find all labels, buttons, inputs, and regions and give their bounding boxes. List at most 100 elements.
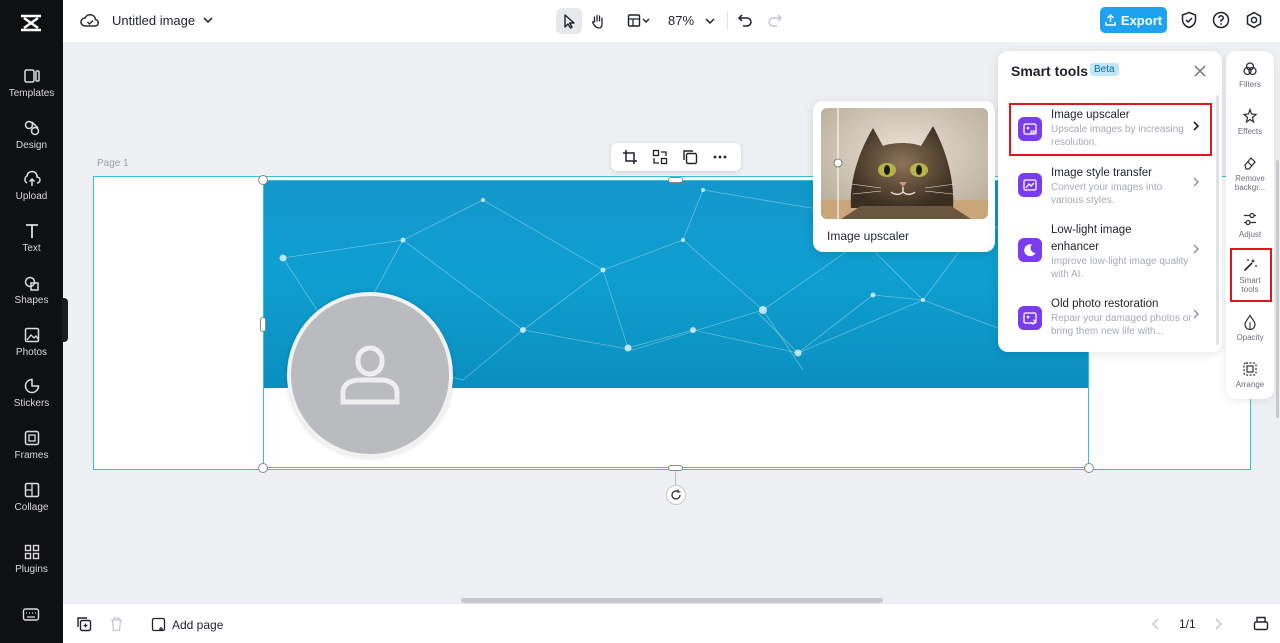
upload-arrow-icon (1105, 14, 1116, 26)
right-toolbar: Filters Effects Remove backgr... Adjust … (1226, 51, 1274, 399)
rightbar-item-adjust[interactable]: Adjust (1226, 211, 1274, 239)
cat-preview-image (821, 108, 988, 219)
rightbar-item-label: Remove backgr... (1234, 174, 1266, 192)
adjust-sliders-icon (1244, 212, 1256, 226)
rightbar-item-remove-background[interactable]: Remove backgr... (1226, 155, 1274, 192)
duplicate-icon[interactable] (682, 149, 698, 165)
resize-handle-top[interactable] (668, 177, 683, 183)
add-page-button[interactable]: Add page (151, 617, 223, 632)
resize-handle-top-left[interactable] (258, 175, 268, 185)
sidebar-item-upload[interactable]: Upload (0, 170, 63, 202)
left-sidebar: Templates Design Upload Text Shapes Phot… (0, 0, 63, 643)
zoom-level[interactable]: 87% (668, 13, 694, 28)
sidebar-item-label: Photos (15, 347, 48, 358)
sidebar-item-label: Collage (14, 502, 49, 513)
tool-old-photo-restoration[interactable]: Old photo restoration Repair your damage… (1009, 296, 1211, 344)
shield-icon[interactable] (1180, 11, 1198, 29)
chevron-right-icon (1193, 309, 1199, 319)
sidebar-item-plugins[interactable]: Plugins (0, 543, 63, 575)
tool-image-style-transfer[interactable]: Image style transfer Convert your images… (1009, 165, 1211, 217)
sidebar-item-label: Stickers (13, 398, 50, 409)
page-label: Page 1 (97, 158, 129, 169)
redo-icon[interactable] (767, 12, 783, 28)
capcut-logo-icon[interactable] (18, 10, 44, 36)
design-icon (24, 120, 39, 136)
rotate-handle[interactable] (666, 485, 686, 505)
resize-handle-bottom-right[interactable] (1084, 463, 1094, 473)
crop-icon[interactable] (622, 149, 638, 165)
rightbar-item-label: Opacity (1236, 333, 1264, 342)
rightbar-item-label: Effects (1237, 127, 1263, 136)
rightbar-item-effects[interactable]: Effects (1226, 108, 1274, 136)
beta-badge: Beta (1090, 63, 1119, 76)
sidebar-item-label: Frames (14, 450, 49, 461)
shapes-icon (24, 276, 39, 291)
next-page-icon[interactable] (1212, 617, 1224, 631)
resize-handle-left[interactable] (260, 317, 266, 332)
rightbar-item-label: Arrange (1235, 380, 1265, 389)
chevron-down-icon[interactable] (201, 12, 215, 28)
sidebar-item-photos[interactable]: Photos (0, 326, 63, 358)
close-icon[interactable] (1193, 64, 1207, 78)
text-icon (25, 224, 38, 238)
rightbar-item-filters[interactable]: Filters (1226, 61, 1274, 89)
plugins-icon (24, 544, 39, 560)
keyboard-icon[interactable] (22, 607, 40, 623)
chevron-right-icon (1193, 177, 1199, 187)
resize-handle-bottom-left[interactable] (258, 463, 268, 473)
panel-title: Smart tools (1011, 63, 1089, 79)
hand-tool-button[interactable] (585, 8, 611, 34)
gear-icon[interactable] (1245, 11, 1263, 29)
panel-scrollbar[interactable] (1216, 95, 1219, 345)
sidebar-item-collage[interactable]: Collage (0, 481, 63, 513)
sidebar-item-label: Shapes (14, 295, 49, 306)
profile-avatar[interactable] (287, 292, 453, 458)
moon-icon (1018, 238, 1042, 262)
tool-low-light-enhancer[interactable]: Low-light image enhancer Improve low-lig… (1009, 222, 1211, 286)
duplicate-page-icon[interactable] (76, 616, 92, 632)
cursor-icon (564, 14, 575, 29)
zoom-chevron-down-icon[interactable] (704, 13, 716, 29)
document-title[interactable]: Untitled image (112, 13, 195, 28)
layers-icon[interactable] (1253, 615, 1269, 631)
element-floating-toolbar (611, 143, 741, 171)
sidebar-collapse-handle[interactable] (62, 298, 68, 342)
highlight-box-smart-tools (1230, 248, 1272, 302)
cloud-save-icon[interactable] (80, 11, 100, 31)
trash-icon[interactable] (109, 616, 124, 632)
sidebar-item-shapes[interactable]: Shapes (0, 274, 63, 306)
sidebar-item-frames[interactable]: Frames (0, 429, 63, 461)
smart-tools-panel: Smart tools Beta 4K Image upscaler Upsca… (998, 51, 1222, 352)
layout-dropdown-button[interactable] (622, 8, 656, 34)
replace-icon[interactable] (652, 149, 668, 165)
tool-description: Improve low-light image quality with AI. (1051, 256, 1189, 280)
sidebar-item-label: Plugins (15, 564, 48, 575)
canvas-vertical-scrollbar[interactable] (1276, 160, 1279, 418)
export-label: Export (1120, 12, 1163, 28)
tool-name: Image style transfer (1051, 167, 1152, 179)
undo-icon[interactable] (737, 12, 753, 28)
help-icon[interactable] (1212, 11, 1230, 29)
templates-icon (23, 69, 40, 83)
previous-page-icon[interactable] (1150, 617, 1162, 631)
opacity-drop-icon (1244, 314, 1256, 330)
effects-icon (1242, 108, 1258, 124)
rightbar-item-arrange[interactable]: Arrange (1226, 361, 1274, 389)
tool-description: Convert your images into various styles. (1051, 182, 1163, 206)
photo-restore-icon (1018, 306, 1042, 330)
select-tool-button[interactable] (556, 8, 582, 34)
export-button[interactable]: Export (1100, 7, 1167, 33)
rightbar-item-label: Adjust (1238, 230, 1262, 239)
rotate-icon (671, 489, 681, 500)
sidebar-item-stickers[interactable]: Stickers (0, 377, 63, 409)
divider (727, 12, 728, 30)
arrange-icon (1243, 362, 1257, 376)
top-bar: Untitled image 87% Export (63, 0, 1280, 42)
sidebar-item-text[interactable]: Text (0, 222, 63, 254)
sidebar-item-templates[interactable]: Templates (0, 67, 63, 99)
more-icon[interactable] (712, 149, 728, 165)
sidebar-item-design[interactable]: Design (0, 119, 63, 151)
photos-icon (24, 327, 39, 343)
tool-preview-card: Image upscaler (813, 101, 995, 252)
rightbar-item-opacity[interactable]: Opacity (1226, 314, 1274, 342)
